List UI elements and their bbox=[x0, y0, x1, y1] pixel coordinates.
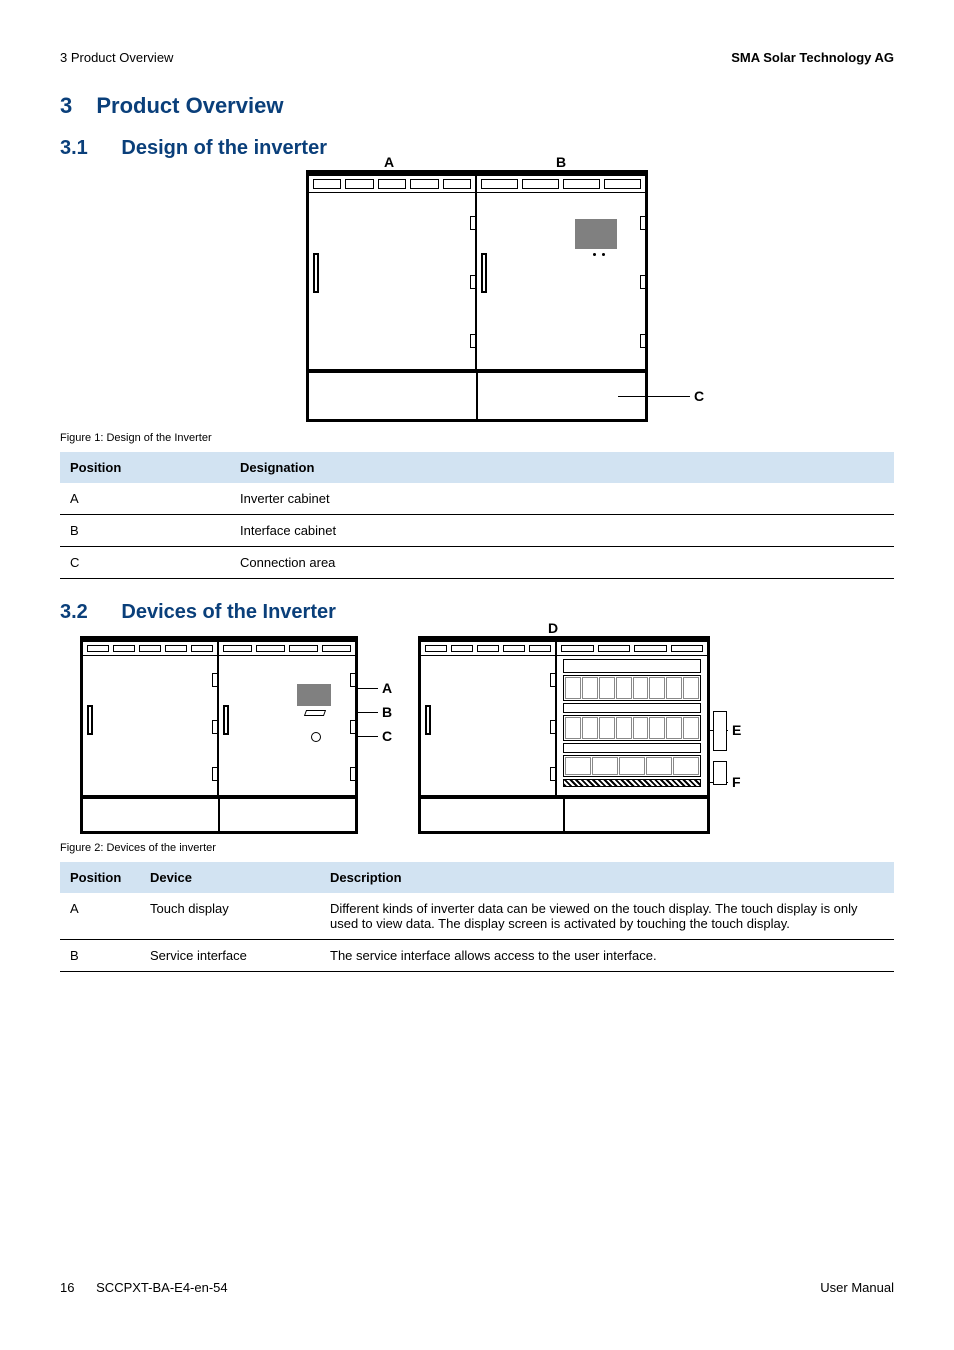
figure-2-label-d: D bbox=[548, 620, 558, 636]
figure-1-label-c: C bbox=[694, 388, 704, 404]
table-header-device: Device bbox=[140, 862, 320, 893]
figure-2-label-a: A bbox=[382, 680, 392, 696]
heading-2-title: Devices of the Inverter bbox=[121, 601, 336, 623]
table-header-description: Description bbox=[320, 862, 894, 893]
heading-2-number: 3.1 bbox=[60, 137, 88, 160]
heading-2-design: 3.1 Design of the inverter bbox=[60, 137, 894, 160]
table-header-designation: Designation bbox=[230, 452, 894, 483]
heading-2-devices: 3.2 Devices of the Inverter bbox=[60, 601, 894, 624]
table-cell-description: The service interface allows access to t… bbox=[320, 940, 894, 972]
table-header-row: Position Designation bbox=[60, 452, 894, 483]
figure-2: A B C bbox=[60, 636, 894, 834]
table-row: B Interface cabinet bbox=[60, 515, 894, 547]
footer-right: User Manual bbox=[820, 1280, 894, 1295]
figure-2-label-e: E bbox=[732, 722, 741, 738]
heading-1-number: 3 bbox=[60, 93, 72, 119]
figure-2-label-f: F bbox=[732, 774, 741, 790]
table-cell-device: Service interface bbox=[140, 940, 320, 972]
service-interface-icon bbox=[304, 710, 326, 716]
header-left: 3 Product Overview bbox=[60, 50, 173, 65]
figure-1-caption: Figure 1: Design of the Inverter bbox=[60, 432, 894, 444]
heading-2-number: 3.2 bbox=[60, 601, 88, 624]
table-cell-position: A bbox=[60, 893, 140, 940]
figure-1: A B C bbox=[60, 170, 894, 424]
heading-1: 3 Product Overview bbox=[60, 93, 894, 119]
table-cell-designation: Inverter cabinet bbox=[230, 483, 894, 515]
figure-2-label-c: C bbox=[382, 728, 392, 744]
table-cell-designation: Connection area bbox=[230, 547, 894, 579]
table-cell-position: C bbox=[60, 547, 230, 579]
figure-1-label-a: A bbox=[384, 154, 394, 170]
key-switch-icon bbox=[311, 732, 321, 742]
table-devices: Position Device Description A Touch disp… bbox=[60, 862, 894, 972]
page-number: 16 bbox=[60, 1280, 74, 1295]
heading-1-title: Product Overview bbox=[96, 93, 283, 118]
table-header-position: Position bbox=[60, 862, 140, 893]
table-row: B Service interface The service interfac… bbox=[60, 940, 894, 972]
figure-2-caption: Figure 2: Devices of the inverter bbox=[60, 842, 894, 854]
display-panel-icon bbox=[575, 219, 617, 249]
table-cell-position: B bbox=[60, 940, 140, 972]
heading-2-title: Design of the inverter bbox=[121, 137, 327, 159]
figure-2-label-b: B bbox=[382, 704, 392, 720]
table-row: A Inverter cabinet bbox=[60, 483, 894, 515]
table-cell-position: A bbox=[60, 483, 230, 515]
table-row: C Connection area bbox=[60, 547, 894, 579]
table-cell-position: B bbox=[60, 515, 230, 547]
table-header-row: Position Device Description bbox=[60, 862, 894, 893]
touch-display-icon bbox=[297, 684, 331, 706]
table-header-position: Position bbox=[60, 452, 230, 483]
table-design: Position Designation A Inverter cabinet … bbox=[60, 452, 894, 579]
header-right: SMA Solar Technology AG bbox=[731, 50, 894, 65]
table-cell-description: Different kinds of inverter data can be … bbox=[320, 893, 894, 940]
table-cell-designation: Interface cabinet bbox=[230, 515, 894, 547]
table-row: A Touch display Different kinds of inver… bbox=[60, 893, 894, 940]
figure-1-label-b: B bbox=[556, 154, 566, 170]
doc-id: SCCPXT-BA-E4-en-54 bbox=[96, 1280, 228, 1295]
table-cell-device: Touch display bbox=[140, 893, 320, 940]
